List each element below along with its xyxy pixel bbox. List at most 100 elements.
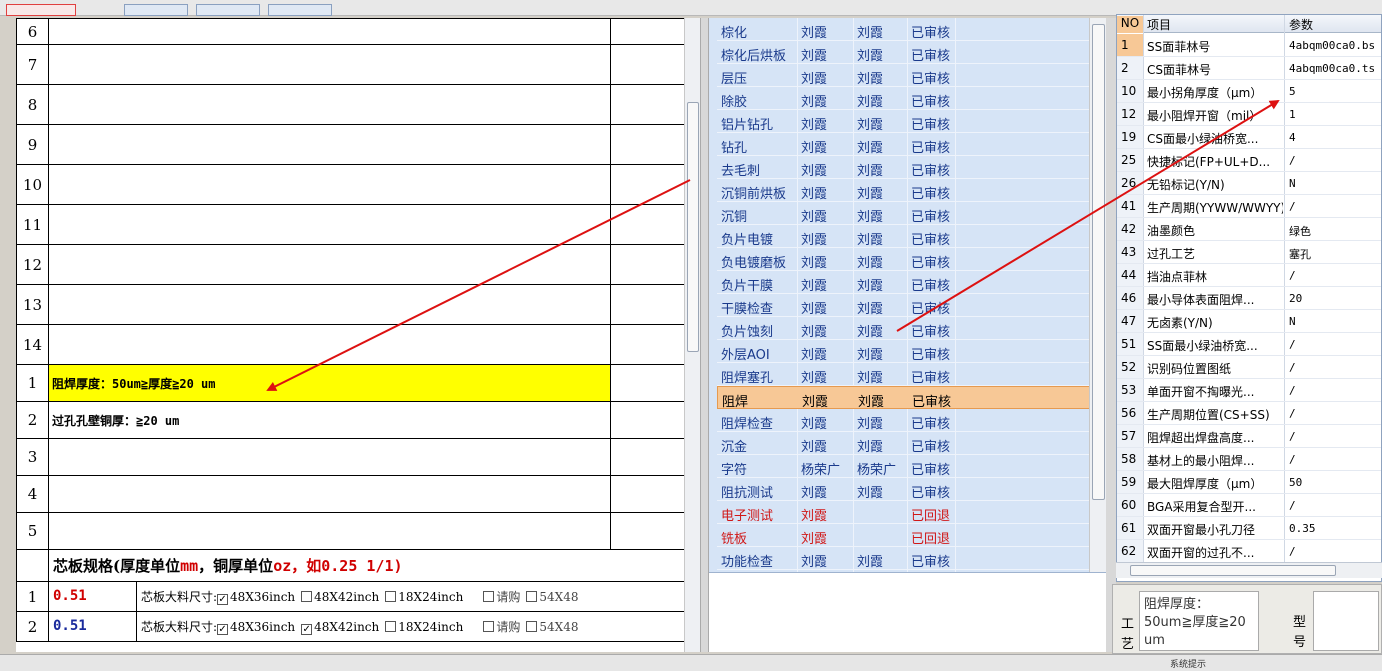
parameter-value[interactable]: /	[1289, 384, 1381, 397]
parameter-value[interactable]: 4	[1289, 131, 1381, 144]
parameter-row[interactable]: 53 单面开窗不掏曝光... /	[1117, 379, 1381, 402]
sheet-side-cell[interactable]	[610, 364, 684, 402]
process-row[interactable]: 层压 刘霞 刘霞 已审核	[717, 64, 1095, 87]
process-list-scrollbar[interactable]	[1089, 18, 1106, 572]
sheet-side-cell[interactable]	[610, 475, 684, 513]
scrollbar-thumb[interactable]	[687, 102, 699, 352]
size-54x48-checkbox[interactable]: 54X48	[526, 590, 578, 604]
toolbar-tab[interactable]	[196, 4, 260, 16]
sheet-side-cell[interactable]	[610, 438, 684, 476]
process-row[interactable]: 钻孔 刘霞 刘霞 已审核	[717, 133, 1095, 156]
parameter-value[interactable]: /	[1289, 154, 1381, 167]
note-cell[interactable]	[48, 475, 611, 513]
scrollbar-thumb[interactable]	[1092, 24, 1105, 500]
size-48x42-checkbox[interactable]: ✓ 48X42inch	[301, 620, 379, 635]
checkbox[interactable]: ✓	[217, 594, 229, 605]
parameter-row[interactable]: 52 识别码位置图纸 /	[1117, 356, 1381, 379]
sheet-cell[interactable]	[48, 124, 611, 165]
pane-splitter[interactable]	[700, 18, 709, 652]
highlighted-note-cell[interactable]: 阻焊厚度：50um≧厚度≧20 um	[48, 364, 611, 402]
checkbox[interactable]: ✓	[217, 624, 229, 635]
parameter-value[interactable]: /	[1289, 361, 1381, 374]
parameter-row[interactable]: 58 基材上的最小阻焊... /	[1117, 448, 1381, 471]
parameter-row[interactable]: 62 双面开窗的过孔不... /	[1117, 540, 1381, 563]
checkbox[interactable]	[526, 621, 538, 632]
parameter-value[interactable]: /	[1289, 269, 1381, 282]
process-row[interactable]: 功能检查 刘霞 刘霞 已审核	[717, 547, 1095, 570]
parameter-value[interactable]: /	[1289, 200, 1381, 213]
parameter-row[interactable]: 1 SS面菲林号 4abqm00ca0.bs	[1117, 34, 1381, 57]
parameter-row[interactable]: 19 CS面最小绿油桥宽... 4	[1117, 126, 1381, 149]
process-row[interactable]: 棕化后烘板 刘霞 刘霞 已审核	[717, 41, 1095, 64]
checkbox[interactable]	[301, 591, 313, 602]
sheet-vertical-scrollbar[interactable]	[684, 18, 700, 652]
parameter-row[interactable]: 51 SS面最小绿油桥宽... /	[1117, 333, 1381, 356]
parameter-value[interactable]: 4abqm00ca0.bs	[1289, 39, 1381, 52]
parameter-row[interactable]: 57 阻焊超出焊盘高度... /	[1117, 425, 1381, 448]
size-18x24-checkbox[interactable]: 18X24inch	[385, 620, 463, 634]
sheet-side-cell[interactable]	[610, 124, 684, 165]
checkbox[interactable]: ✓	[301, 624, 313, 635]
checkbox[interactable]	[385, 591, 397, 602]
sheet-cell[interactable]	[48, 284, 611, 325]
sheet-cell[interactable]	[48, 324, 611, 365]
toolbar-tab[interactable]	[268, 4, 332, 16]
sheet-cell[interactable]	[48, 164, 611, 205]
checkbox[interactable]	[483, 591, 495, 602]
col-header-item[interactable]: 项目	[1147, 16, 1171, 33]
process-row[interactable]: 外层AOI 刘霞 刘霞 已审核	[717, 340, 1095, 363]
sheet-side-cell[interactable]	[610, 512, 684, 550]
parameter-row[interactable]: 41 生产周期(YYWW/WWYY) /	[1117, 195, 1381, 218]
sheet-side-cell[interactable]	[610, 284, 684, 325]
parameter-row[interactable]: 25 快捷标记(FP+UL+D... /	[1117, 149, 1381, 172]
parameter-row[interactable]: 46 最小导体表面阻焊... 20	[1117, 287, 1381, 310]
process-row[interactable]: 除胶 刘霞 刘霞 已审核	[717, 87, 1095, 110]
parameter-row[interactable]: 60 BGA采用复合型开... /	[1117, 494, 1381, 517]
model-textbox[interactable]	[1313, 591, 1379, 651]
size-48x36-checkbox[interactable]: ✓ 48X36inch	[217, 590, 295, 605]
parameter-value[interactable]: N	[1289, 177, 1381, 190]
purchase-checkbox[interactable]: 请购	[483, 618, 520, 635]
parameter-row[interactable]: 61 双面开窗最小孔刀径 0.35	[1117, 517, 1381, 540]
note-cell[interactable]: 过孔孔壁铜厚：≧20 um	[48, 401, 611, 439]
process-row[interactable]: 铣板 刘霞 已回退	[717, 524, 1095, 547]
process-row[interactable]: 去毛刺 刘霞 刘霞 已审核	[717, 156, 1095, 179]
parameter-value[interactable]: /	[1289, 407, 1381, 420]
process-row[interactable]: 沉铜 刘霞 刘霞 已审核	[717, 202, 1095, 225]
sheet-side-cell[interactable]	[610, 244, 684, 285]
process-row[interactable]: 棕化 刘霞 刘霞 已审核	[717, 18, 1095, 41]
parameter-value[interactable]: 5	[1289, 85, 1381, 98]
scrollbar-thumb[interactable]	[1130, 565, 1336, 576]
core-thickness-value[interactable]: 0.51	[49, 612, 137, 641]
parameter-row[interactable]: 47 无卤素(Y/N) N	[1117, 310, 1381, 333]
parameter-value[interactable]: 50	[1289, 476, 1381, 489]
sheet-side-cell[interactable]	[610, 18, 684, 45]
parameter-value[interactable]: /	[1289, 499, 1381, 512]
checkbox[interactable]	[526, 591, 538, 602]
process-row[interactable]: 电子测试 刘霞 已回退	[717, 501, 1095, 524]
parameter-value[interactable]: /	[1289, 453, 1381, 466]
sheet-side-cell[interactable]	[610, 44, 684, 85]
size-48x42-checkbox[interactable]: 48X42inch	[301, 590, 379, 604]
parameter-row[interactable]: 56 生产周期位置(CS+SS) /	[1117, 402, 1381, 425]
parameter-row[interactable]: 2 CS面菲林号 4abqm00ca0.ts	[1117, 57, 1381, 80]
sheet-cell[interactable]	[48, 18, 611, 45]
sheet-side-cell[interactable]	[610, 84, 684, 125]
pane-splitter[interactable]	[1106, 18, 1116, 652]
note-cell[interactable]	[48, 512, 611, 550]
toolbar-tab[interactable]	[124, 4, 188, 16]
process-row-selected[interactable]: 阻焊 刘霞 刘霞 已审核	[717, 386, 1095, 410]
sheet-side-cell[interactable]	[610, 401, 684, 439]
sheet-cell[interactable]	[48, 84, 611, 125]
col-header-no[interactable]: NO	[1117, 16, 1143, 33]
parameter-row[interactable]: 44 挡油点菲林 /	[1117, 264, 1381, 287]
parameter-value[interactable]: 20	[1289, 292, 1381, 305]
parameter-value[interactable]: 4abqm00ca0.ts	[1289, 62, 1381, 75]
parameter-row[interactable]: 59 最大阻焊厚度（μm） 50	[1117, 471, 1381, 494]
parameter-value[interactable]: /	[1289, 338, 1381, 351]
parameter-value[interactable]: /	[1289, 430, 1381, 443]
process-row[interactable]: 干膜检查 刘霞 刘霞 已审核	[717, 294, 1095, 317]
size-18x24-checkbox[interactable]: 18X24inch	[385, 590, 463, 604]
process-row[interactable]: 阻焊塞孔 刘霞 刘霞 已审核	[717, 363, 1095, 386]
sheet-side-cell[interactable]	[610, 324, 684, 365]
